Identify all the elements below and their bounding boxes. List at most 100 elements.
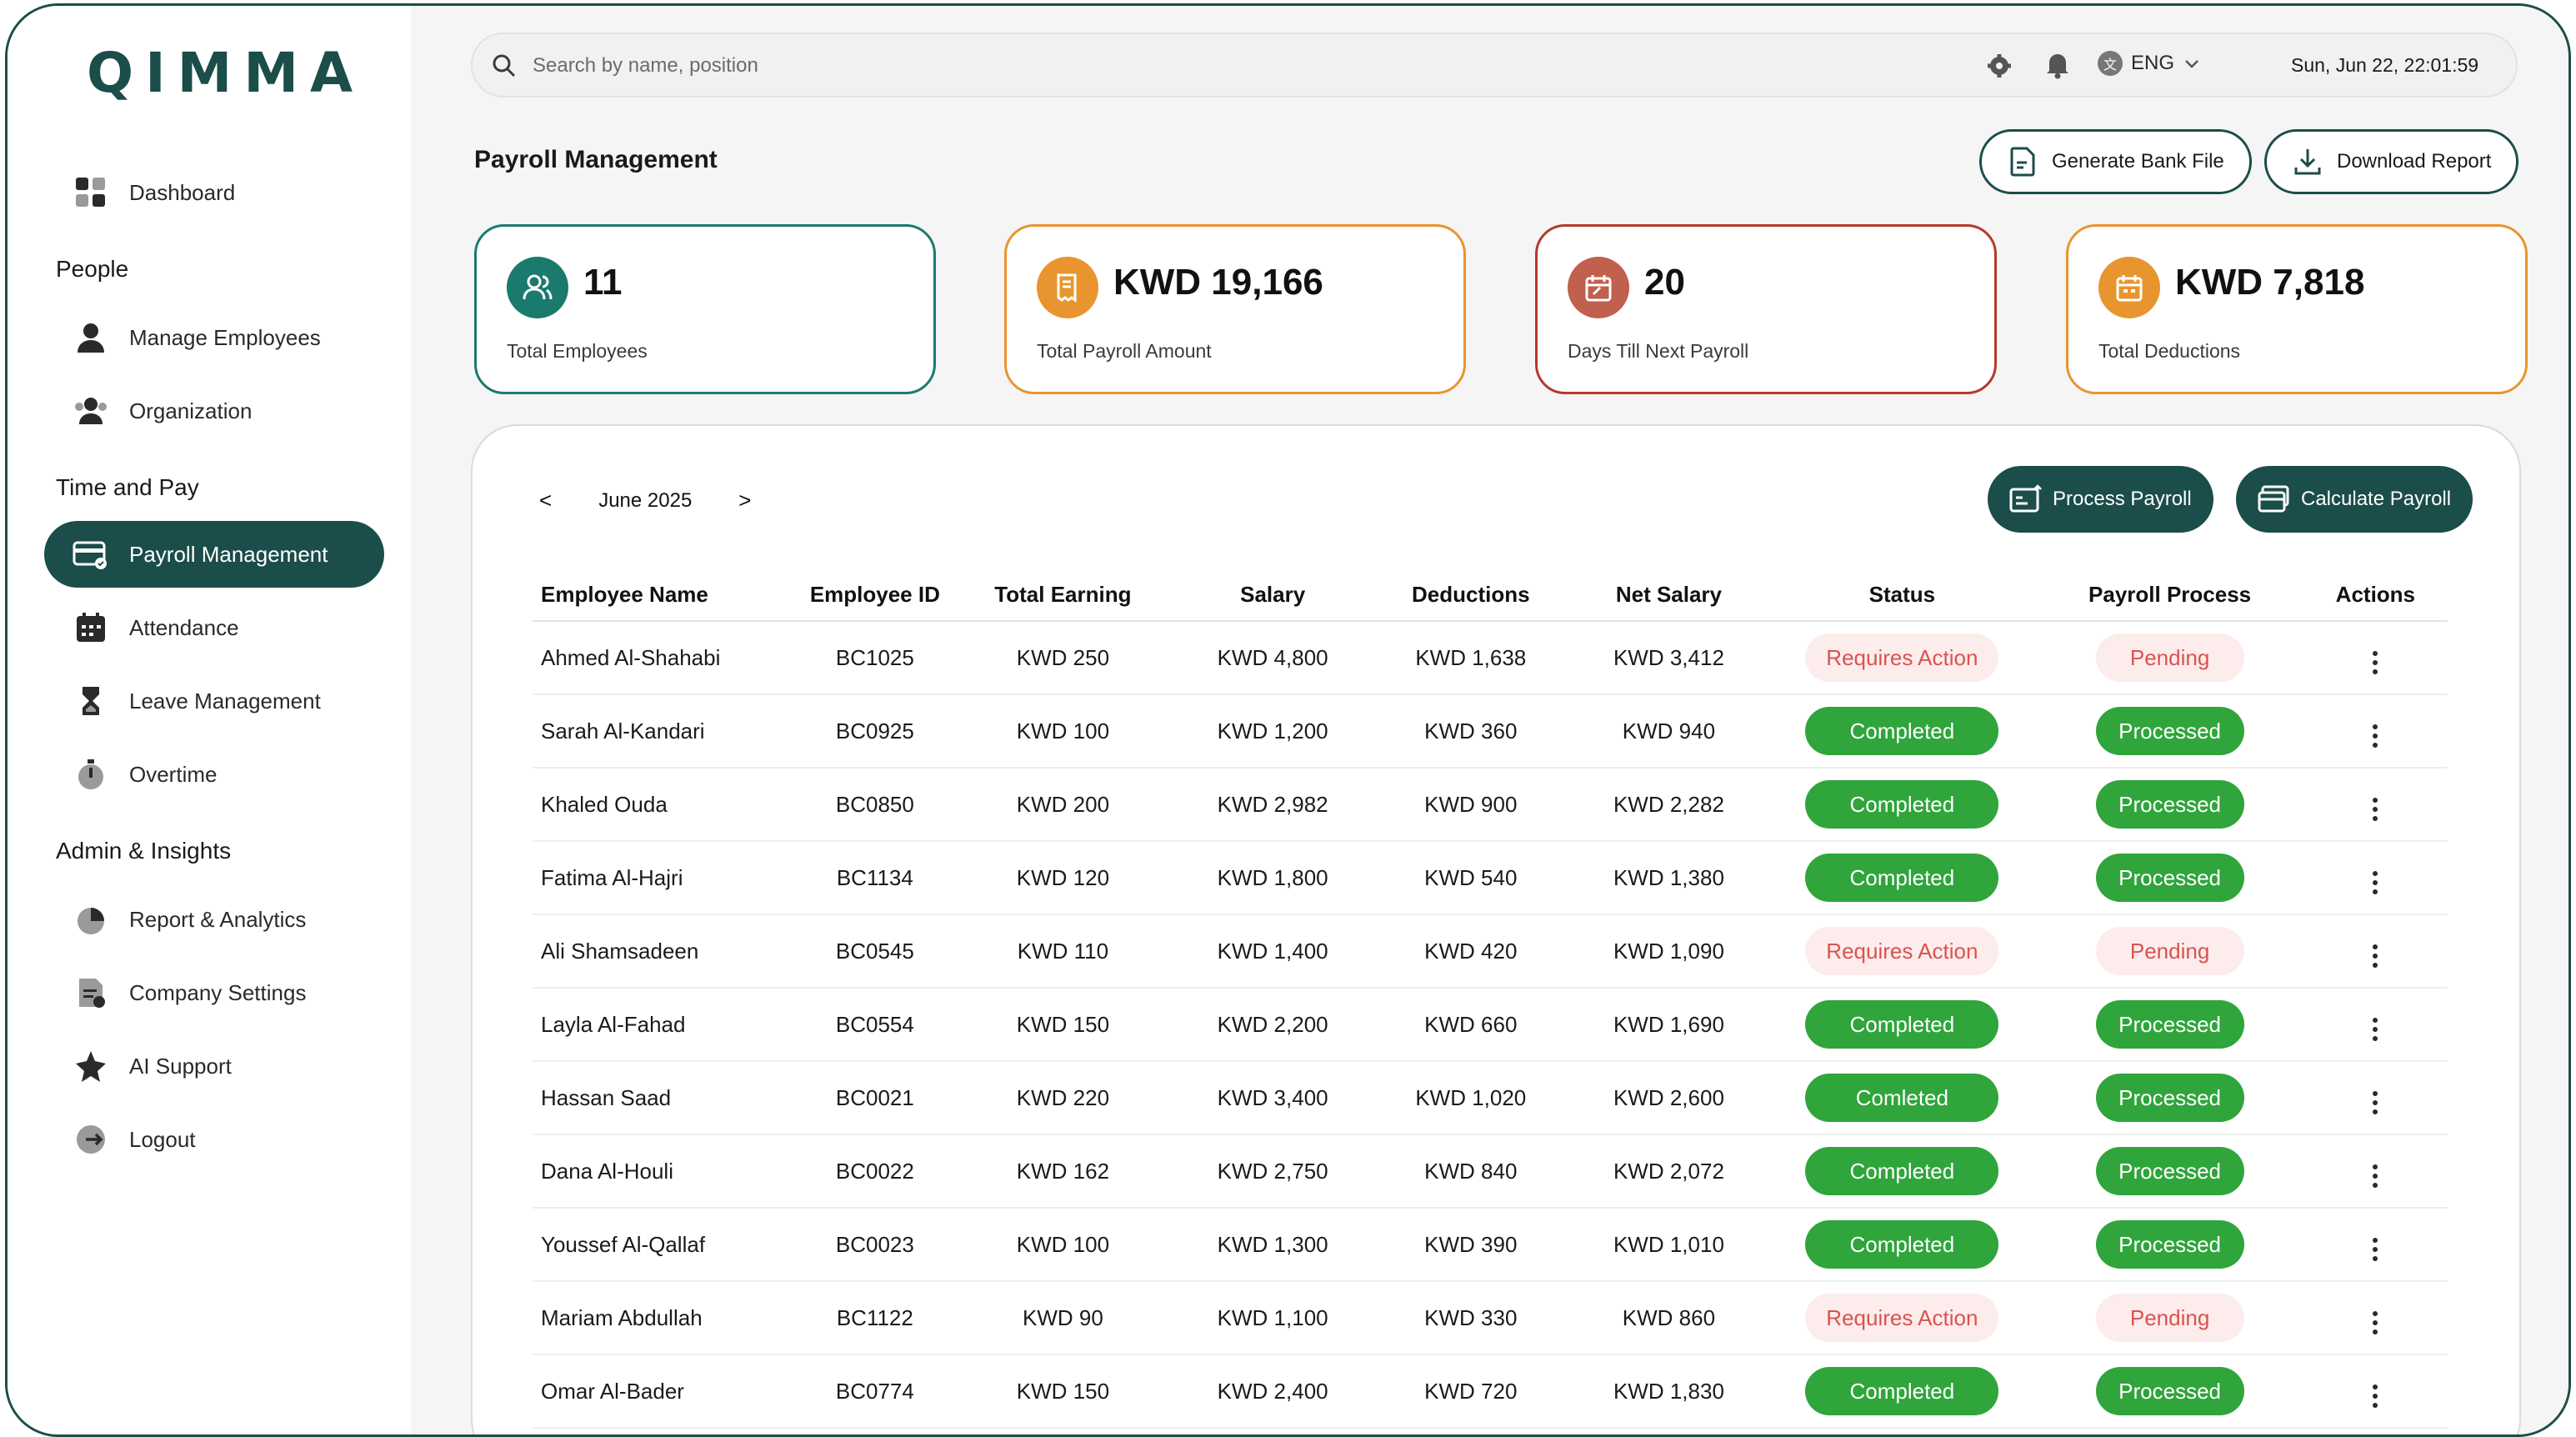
status-cell: Completed <box>1768 1134 2037 1209</box>
employee-name-cell: Khaled Ouda <box>533 768 798 842</box>
stat-value: KWD 7,818 <box>2175 262 2365 303</box>
payroll-process-badge: Processed <box>2095 707 2244 755</box>
total-earning-cell: KWD 150 <box>952 988 1174 1062</box>
sidebar-item-ai-support[interactable]: AI Support <box>44 1033 384 1099</box>
table-row[interactable]: Khaled Ouda BC0850 KWD 200 KWD 2,982 KWD 900… <box>533 768 2448 842</box>
stat-card-days-till-payroll: 20 Days Till Next Payroll <box>1535 224 1997 394</box>
table-row[interactable]: Omar Al-Bader BC0774 KWD 150 KWD 2,400 KWD 7… <box>533 1354 2448 1429</box>
table-row[interactable]: Youssef Al-Qallaf BC0023 KWD 100 KWD 1,300 K… <box>533 1208 2448 1282</box>
search-icon <box>491 53 518 83</box>
sidebar-item-dashboard[interactable]: Dashboard <box>44 159 384 226</box>
deductions-cell: KWD 720 <box>1371 1354 1570 1429</box>
more-options-icon[interactable] <box>2361 793 2389 826</box>
bell-icon[interactable] <box>2044 51 2071 83</box>
team-icon <box>73 393 109 429</box>
document-settings-icon <box>73 974 109 1011</box>
table-row[interactable]: Ahmed Al-Shahabi BC1025 KWD 250 KWD 4,800 KW… <box>533 621 2448 695</box>
table-row[interactable]: Mariam Abdullah BC1122 KWD 90 KWD 1,100 KWD … <box>533 1281 2448 1355</box>
status-badge: Requires Action <box>1805 633 1999 682</box>
sidebar-item-organization[interactable]: Organization <box>44 378 384 444</box>
sidebar-item-overtime[interactable]: Overtime <box>44 741 384 808</box>
sidebar-item-manage-employees[interactable]: Manage Employees <box>44 304 384 371</box>
sidebar-item-payroll-management[interactable]: Payroll Management <box>44 521 384 588</box>
net-salary-cell: KWD 1,380 <box>1569 841 1768 915</box>
stat-value: KWD 19,166 <box>1113 262 1323 303</box>
table-row[interactable]: Layla Al-Fahad BC0554 KWD 150 KWD 2,200 KWD … <box>533 988 2448 1062</box>
total-earning-cell: KWD 100 <box>952 1208 1174 1282</box>
more-options-icon[interactable] <box>2361 1379 2389 1413</box>
status-badge: Completed <box>1805 1367 1999 1415</box>
table-row[interactable]: Fatima Al-Hajri BC1134 KWD 120 KWD 1,800 KWD… <box>533 841 2448 915</box>
process-icon <box>2009 484 2043 514</box>
calculate-payroll-label: Calculate Payroll <box>2301 488 2452 510</box>
sidebar-item-reports[interactable]: Report & Analytics <box>44 886 384 953</box>
table-row[interactable]: Hassan Saad BC0021 KWD 220 KWD 3,400 KWD 1,0… <box>533 1061 2448 1135</box>
net-salary-cell: KWD 860 <box>1569 1281 1768 1355</box>
more-options-icon[interactable] <box>2361 646 2389 679</box>
column-header[interactable]: Total Earning <box>952 569 1174 622</box>
dashboard-icon <box>73 174 109 211</box>
more-options-icon[interactable] <box>2361 939 2389 973</box>
process-payroll-button[interactable]: Process Payroll <box>1988 466 2213 533</box>
gear-icon[interactable] <box>1986 53 2013 83</box>
net-salary-cell: KWD 2,600 <box>1569 1061 1768 1135</box>
status-badge: Completed <box>1805 1000 1999 1049</box>
employee-id-cell: BC0554 <box>798 988 953 1062</box>
salary-cell: KWD 3,400 <box>1173 1061 1372 1135</box>
column-header[interactable]: Actions <box>2303 569 2448 622</box>
sidebar-item-leave-management[interactable]: Leave Management <box>44 668 384 734</box>
employee-name-cell: Dana Al-Houli <box>533 1134 798 1209</box>
calendar-icon <box>73 609 109 646</box>
table-row[interactable]: Ali Shamsadeen BC0545 KWD 110 KWD 1,400 KWD … <box>533 914 2448 989</box>
more-options-icon[interactable] <box>2361 719 2389 753</box>
current-datetime: Sun, Jun 22, 22:01:59 <box>2291 54 2479 76</box>
table-row[interactable]: Dana Al-Houli BC0022 KWD 162 KWD 2,750 KWD 8… <box>533 1134 2448 1209</box>
download-report-button[interactable]: Download Report <box>2264 129 2519 194</box>
payroll-process-badge: Processed <box>2095 780 2244 829</box>
status-badge: Completed <box>1805 1147 1999 1195</box>
more-options-icon[interactable] <box>2361 1159 2389 1193</box>
sidebar-item-company-settings[interactable]: Company Settings <box>44 959 384 1026</box>
more-options-icon[interactable] <box>2361 866 2389 899</box>
salary-cell: KWD 1,800 <box>1173 841 1372 915</box>
table-row[interactable]: Sarah Al-Kandari BC0925 KWD 100 KWD 1,200 KW… <box>533 694 2448 769</box>
column-header[interactable]: Employee Name <box>533 569 798 622</box>
next-month-button[interactable]: > <box>738 488 751 513</box>
sidebar-item-label: AI Support <box>129 1053 232 1079</box>
column-header[interactable]: Salary <box>1173 569 1372 622</box>
more-options-icon[interactable] <box>2361 1013 2389 1046</box>
more-options-icon[interactable] <box>2361 1086 2389 1119</box>
status-badge: Requires Action <box>1805 1294 1999 1342</box>
calculate-payroll-button[interactable]: Calculate Payroll <box>2236 466 2473 533</box>
net-salary-cell: KWD 2,072 <box>1569 1134 1768 1209</box>
sidebar-item-logout[interactable]: Logout <box>44 1106 384 1173</box>
previous-month-button[interactable]: < <box>539 488 552 513</box>
employee-id-cell: BC0774 <box>798 1354 953 1429</box>
sidebar-item-attendance[interactable]: Attendance <box>44 594 384 661</box>
more-options-icon[interactable] <box>2361 1306 2389 1339</box>
process-payroll-label: Process Payroll <box>2053 488 2192 510</box>
column-header[interactable]: Status <box>1768 569 2037 622</box>
payroll-process-badge: Pending <box>2095 633 2244 682</box>
generate-bank-file-button[interactable]: Generate Bank File <box>1979 129 2252 194</box>
column-header[interactable]: Deductions <box>1371 569 1570 622</box>
column-header[interactable]: Employee ID <box>798 569 953 622</box>
search-input[interactable] <box>533 49 1949 83</box>
status-cell: Completed <box>1768 988 2037 1062</box>
payroll-process-cell: Processed <box>2036 988 2303 1062</box>
brand-logo[interactable]: QIMMA <box>87 41 353 108</box>
calendar-icon <box>1568 257 1629 318</box>
more-options-icon[interactable] <box>2361 1233 2389 1266</box>
actions-cell <box>2303 1061 2448 1135</box>
employee-name-cell: Ali Shamsadeen <box>533 914 798 989</box>
total-earning-cell: KWD 110 <box>952 914 1174 989</box>
payroll-process-badge: Processed <box>2095 1000 2244 1049</box>
employee-id-cell: BC1134 <box>798 841 953 915</box>
deductions-cell: KWD 330 <box>1371 1281 1570 1355</box>
column-header[interactable]: Net Salary <box>1569 569 1768 622</box>
deductions-cell: KWD 360 <box>1371 694 1570 769</box>
language-selector[interactable]: 文 ENG <box>2098 51 2199 76</box>
receipt-icon <box>1037 257 1098 318</box>
card-icon <box>2258 484 2291 514</box>
column-header[interactable]: Payroll Process <box>2036 569 2303 622</box>
